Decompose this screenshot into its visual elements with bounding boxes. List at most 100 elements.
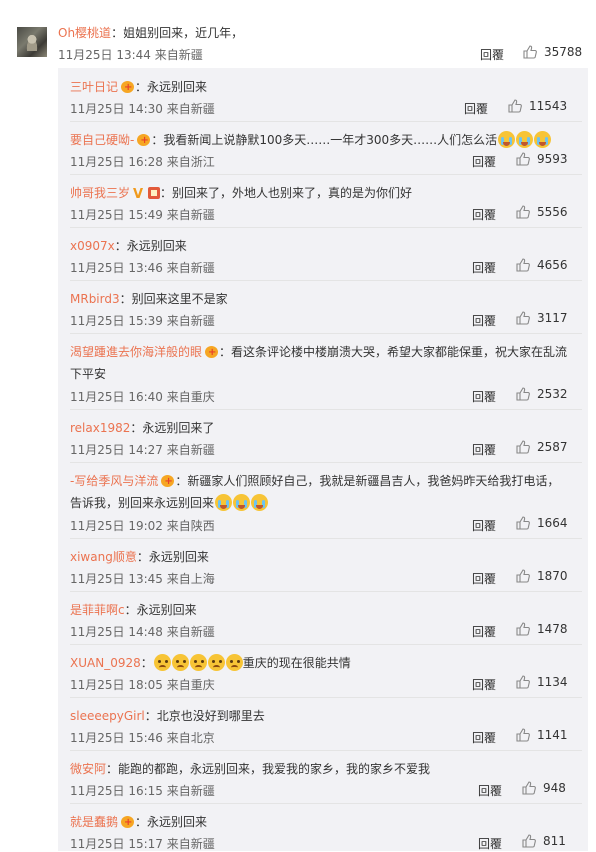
reply-meta: 11月25日 15:39 来自新疆: [70, 314, 215, 328]
like-count: 1141: [537, 728, 568, 742]
like-button[interactable]: 1870: [516, 569, 568, 583]
thumbs-up-icon: [508, 99, 522, 113]
reply-meta: 11月25日 15:49 来自新疆: [70, 208, 215, 222]
reply-meta: 11月25日 14:30 来自新疆: [70, 102, 215, 116]
reply-body: ：永远别回来: [135, 815, 208, 829]
like-button[interactable]: 9593: [516, 152, 568, 166]
reply-button[interactable]: 回覆: [472, 312, 496, 329]
reply-button[interactable]: 回覆: [472, 570, 496, 587]
reply-button[interactable]: 回覆: [472, 206, 496, 223]
username-link[interactable]: relax1982: [70, 421, 130, 435]
like-button[interactable]: 35788: [523, 45, 582, 59]
sad-emoji-icon: [171, 654, 189, 671]
reply-item: 要自己硬呦- ：我看新闻上说静默100多天……一年才300多天……人们怎么活 11…: [70, 121, 582, 175]
like-button[interactable]: 1141: [516, 728, 568, 742]
reply-list: 三叶日记 ：永远别回来 11月25日 14:30 来自新疆 回覆 11543 要自…: [58, 68, 588, 851]
like-count: 5556: [537, 205, 568, 219]
crying-emoji-icon: [516, 131, 534, 148]
thumbs-up-icon: [516, 728, 530, 742]
reply-button[interactable]: 回覆: [472, 441, 496, 458]
like-count: 11543: [529, 99, 568, 113]
thumbs-up-icon: [516, 622, 530, 636]
reply-button[interactable]: 回覆: [472, 517, 496, 534]
member-badge-icon: [136, 130, 151, 152]
reply-button[interactable]: 回覆: [478, 782, 502, 799]
like-count: 2587: [537, 440, 568, 454]
reply-item: xiwang顺意：永远别回来 11月25日 13:45 来自上海 回覆 1870: [70, 538, 582, 592]
crying-emoji-icon: [233, 494, 251, 511]
comment-body: ：姐姐别回来，近几年，: [111, 26, 244, 40]
reply-item: 是菲菲啊c：永远别回来 11月25日 14:48 来自新疆 回覆 1478: [70, 591, 582, 645]
username-link[interactable]: x0907x: [70, 239, 115, 253]
thumbs-up-icon: [516, 205, 530, 219]
like-button[interactable]: 1664: [516, 516, 568, 530]
like-count: 4656: [537, 258, 568, 272]
reply-button[interactable]: 回覆: [478, 835, 502, 852]
username-link[interactable]: xiwang顺意: [70, 550, 137, 564]
reply-item: MRbird3：别回来这里不是家 11月25日 15:39 来自新疆 回覆 31…: [70, 280, 582, 334]
reply-button[interactable]: 回覆: [472, 676, 496, 693]
reply-button[interactable]: 回覆: [472, 259, 496, 276]
username-link[interactable]: MRbird3: [70, 292, 120, 306]
vip-icon: V: [133, 187, 144, 202]
like-button[interactable]: 2532: [516, 387, 568, 401]
like-count: 1134: [537, 675, 568, 689]
reply-item: 三叶日记 ：永远别回来 11月25日 14:30 来自新疆 回覆 11543: [70, 68, 582, 122]
reply-meta: 11月25日 16:28 来自浙江: [70, 155, 215, 169]
like-button[interactable]: 1478: [516, 622, 568, 636]
thumbs-up-icon: [522, 834, 536, 848]
reply-item: 帅哥我三岁 V ：别回来了，外地人也别来了，真的是为你们好 11月25日 15:49…: [70, 174, 582, 228]
username-link[interactable]: 帅哥我三岁: [70, 186, 130, 200]
reply-item: 微安阿：能跑的都跑，永远别回来，我爱我的家乡，我的家乡不爱我 11月25日 16…: [70, 750, 582, 804]
reply-meta: 11月25日 16:40 来自重庆: [70, 390, 215, 404]
sad-emoji-icon: [225, 654, 243, 671]
reply-body: ：北京也没好到哪里去: [144, 709, 265, 723]
like-count: 3117: [537, 311, 568, 325]
like-count: 9593: [537, 152, 568, 166]
like-button[interactable]: 1134: [516, 675, 568, 689]
reply-button[interactable]: 回覆: [464, 100, 488, 117]
username-link[interactable]: 渴望踵進去你海洋般的眼: [70, 345, 202, 359]
thumbs-up-icon: [516, 311, 530, 325]
reply-button[interactable]: 回覆: [472, 623, 496, 640]
sad-emoji-icon: [207, 654, 225, 671]
like-button[interactable]: 5556: [516, 205, 568, 219]
username-link[interactable]: 三叶日记: [70, 80, 118, 94]
username-link[interactable]: 就是蠢鹅: [70, 815, 118, 829]
reply-button[interactable]: 回覆: [472, 729, 496, 746]
reply-body: ：永远别回来: [136, 550, 209, 564]
comment-meta: 11月25日 13:44 来自新疆: [58, 48, 203, 62]
like-button[interactable]: 948: [522, 781, 566, 795]
thumbs-up-icon: [522, 781, 536, 795]
reply-item: x0907x：永远别回来 11月25日 13:46 来自新疆 回覆 4656: [70, 227, 582, 281]
avatar[interactable]: [17, 27, 47, 57]
like-button[interactable]: 3117: [516, 311, 568, 325]
reply-item: -写给季风与洋流：新疆家人们照顾好自己，我就是新疆昌吉人，我爸妈昨天给我打电话，…: [70, 462, 582, 539]
like-button[interactable]: 4656: [516, 258, 568, 272]
like-button[interactable]: 2587: [516, 440, 568, 454]
username-link[interactable]: Oh樱桃道: [58, 26, 111, 40]
like-button[interactable]: 11543: [508, 99, 567, 113]
reply-body: ：别回来这里不是家: [119, 292, 228, 306]
reply-body: ：别回来了，外地人也别来了，真的是为你们好: [160, 186, 413, 200]
member-badge-icon: [120, 812, 135, 834]
like-count: 2532: [537, 387, 568, 401]
username-link[interactable]: XUAN_0928: [70, 656, 141, 670]
like-count: 1478: [537, 622, 568, 636]
crying-emoji-icon: [498, 131, 516, 148]
thumbs-up-icon: [516, 569, 530, 583]
username-link[interactable]: -写给季风与洋流: [70, 474, 158, 488]
username-link[interactable]: sleeeepyGirl: [70, 709, 145, 723]
reply-body: ：永远别回来: [124, 603, 197, 617]
like-button[interactable]: 811: [522, 834, 566, 848]
reply-button[interactable]: 回覆: [472, 388, 496, 405]
username-link[interactable]: 是菲菲啊c: [70, 603, 125, 617]
reply-item: 渴望踵進去你海洋般的眼：看这条评论楼中楼崩溃大哭，希望大家都能保重，祝大家在乱流…: [70, 333, 582, 410]
username-link[interactable]: 要自己硬呦-: [70, 133, 134, 147]
main-comment-text: Oh樱桃道：姐姐别回来，近几年，: [58, 24, 243, 41]
username-link[interactable]: 微安阿: [70, 762, 106, 776]
thumbs-up-icon: [516, 516, 530, 530]
reply-button[interactable]: 回覆: [480, 46, 504, 63]
sad-emoji-icon: [189, 654, 207, 671]
reply-button[interactable]: 回覆: [472, 153, 496, 170]
